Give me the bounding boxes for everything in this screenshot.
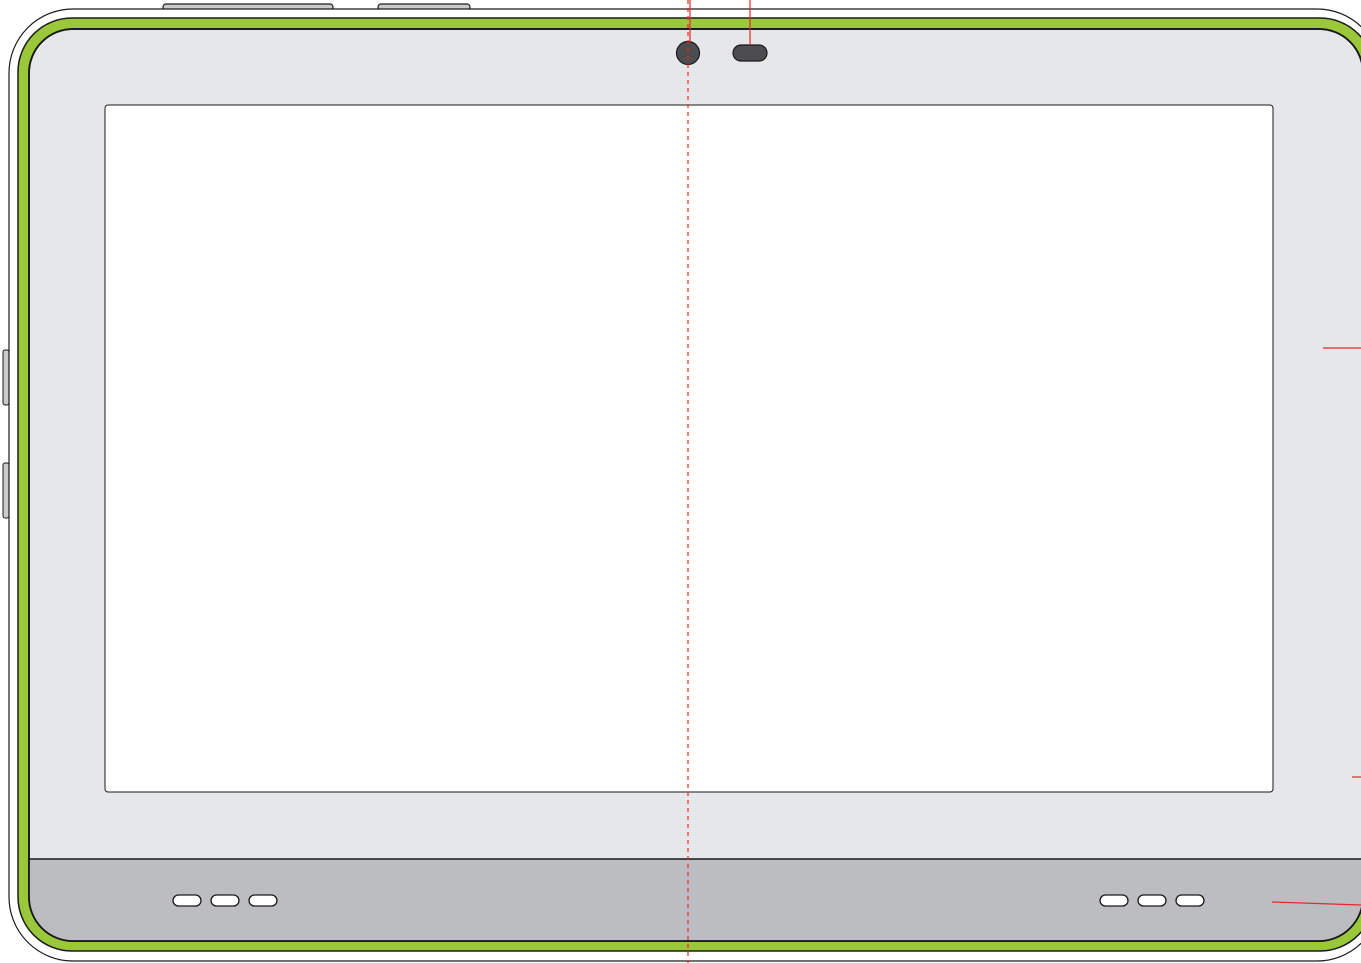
left-speaker [172,894,278,907]
tablet-diagram [2,0,1361,963]
speaker-slot [210,894,240,907]
side-button-lower [2,462,10,519]
side-button-upper [2,349,10,406]
right-speaker [1099,894,1205,907]
speaker-slot [172,894,202,907]
speaker-slot [1099,894,1129,907]
light-sensor-icon [732,44,768,62]
speaker-slot [1175,894,1205,907]
front-camera-icon [675,40,701,66]
screen [104,104,1274,793]
speaker-slot [1137,894,1167,907]
speaker-slot [248,894,278,907]
